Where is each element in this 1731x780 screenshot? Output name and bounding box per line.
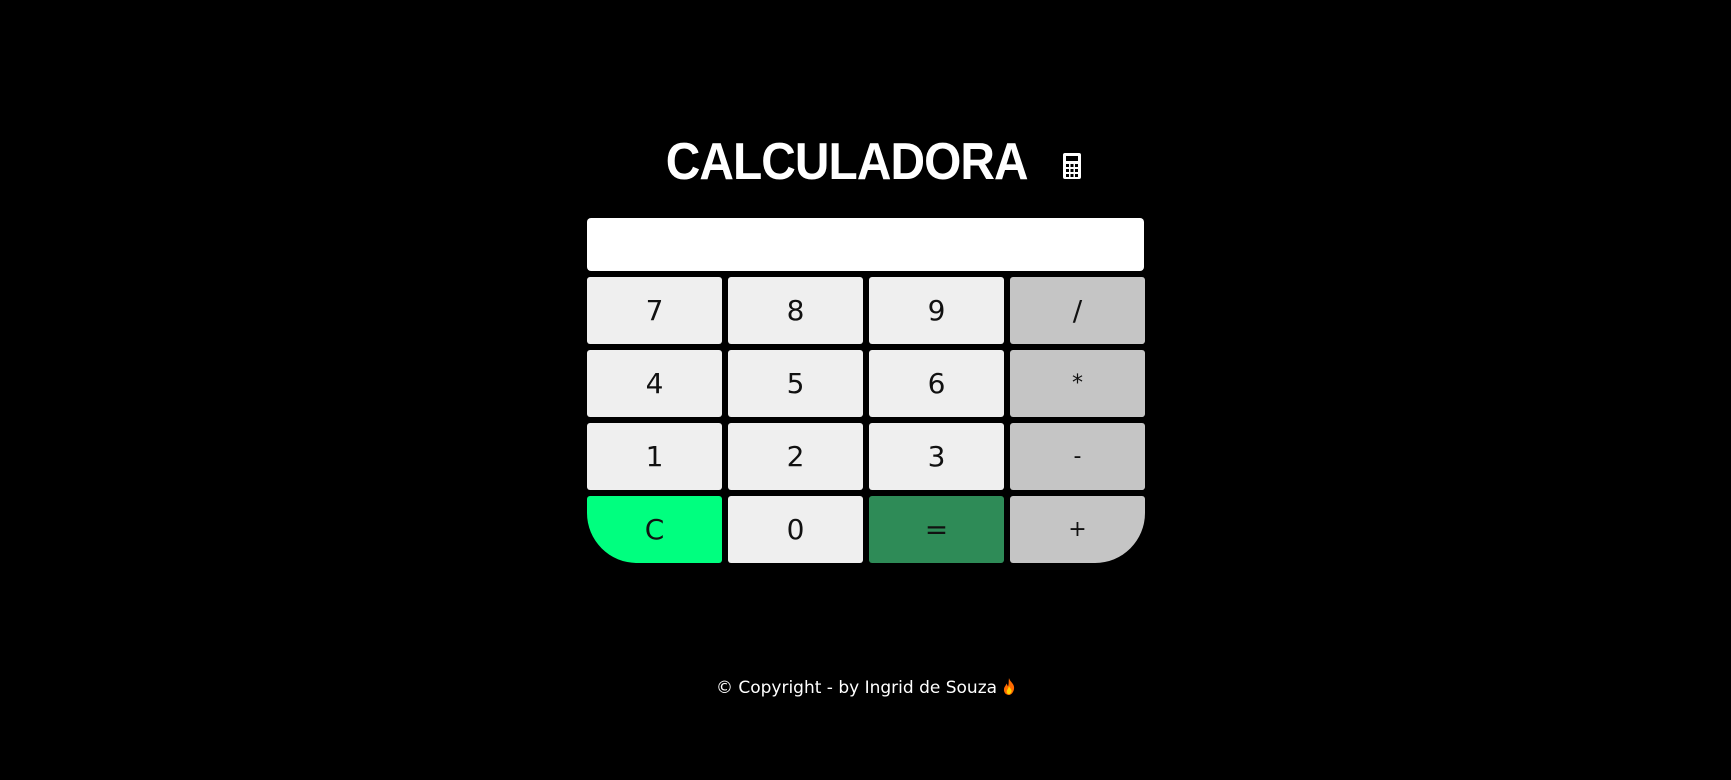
key-1[interactable]: 1 — [587, 423, 722, 490]
key-5[interactable]: 5 — [728, 350, 863, 417]
key-2[interactable]: 2 — [728, 423, 863, 490]
key-3[interactable]: 3 — [869, 423, 1004, 490]
key-7[interactable]: 7 — [587, 277, 722, 344]
key-equals[interactable]: = — [869, 496, 1004, 563]
copyright-text: © Copyright - by Ingrid de Souza — [715, 678, 998, 698]
key-divide[interactable]: / — [1010, 277, 1145, 344]
page-title: CALCULADORA — [665, 133, 1029, 191]
key-8[interactable]: 8 — [728, 277, 863, 344]
key-multiply[interactable]: * — [1010, 350, 1145, 417]
footer: © Copyright - by Ingrid de Souza — [0, 678, 1731, 698]
fire-icon — [1003, 678, 1015, 695]
key-6[interactable]: 6 — [869, 350, 1004, 417]
title-row: CALCULADORA — [0, 130, 1731, 194]
keypad: 7 8 9 / 4 5 6 * 1 2 3 - C 0 = + — [587, 277, 1145, 564]
calculator-icon — [1063, 153, 1082, 179]
key-add[interactable]: + — [1010, 496, 1145, 563]
key-subtract[interactable]: - — [1010, 423, 1145, 490]
calculator-display[interactable] — [587, 218, 1144, 271]
key-9[interactable]: 9 — [869, 277, 1004, 344]
key-clear[interactable]: C — [587, 496, 722, 563]
key-4[interactable]: 4 — [587, 350, 722, 417]
key-0[interactable]: 0 — [728, 496, 863, 563]
